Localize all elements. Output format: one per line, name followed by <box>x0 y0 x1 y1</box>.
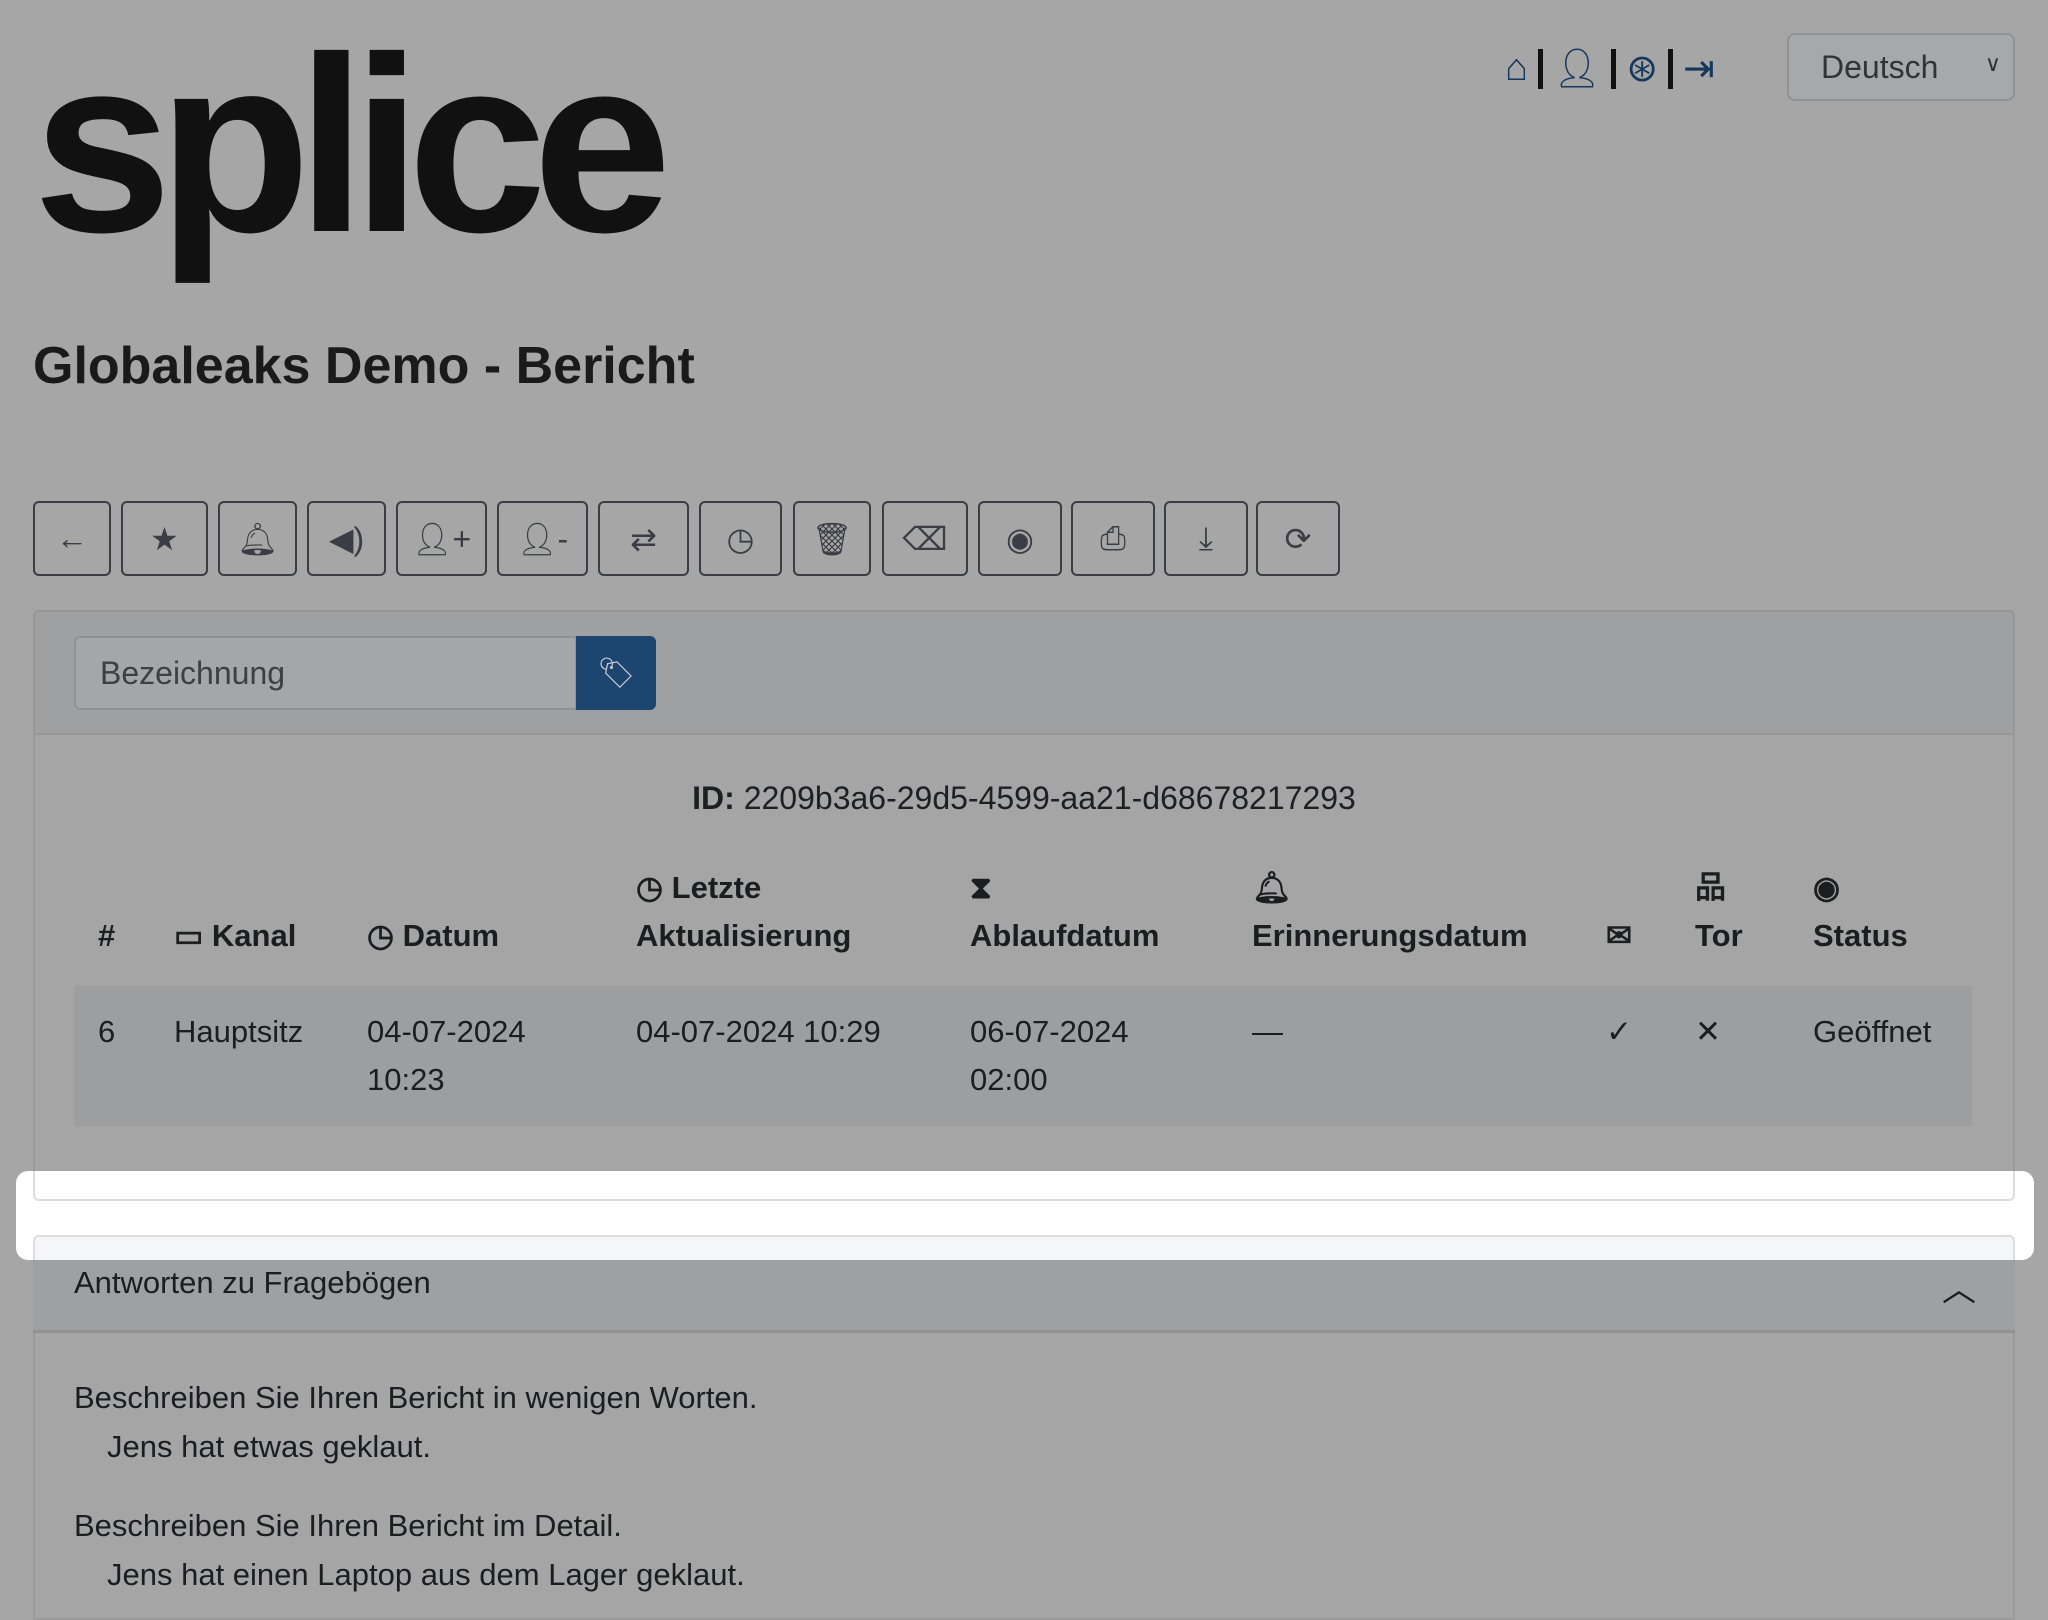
cell-status: Geöffnet <box>1813 1014 1932 1049</box>
refresh-icon: ⟳ <box>1284 520 1312 557</box>
add-label-button[interactable]: 🏷︎ <box>576 636 656 710</box>
tag-icon: 🏷︎ <box>596 656 636 690</box>
download-button[interactable]: ⤓ <box>1164 501 1248 576</box>
id-label: ID: <box>692 780 735 816</box>
user-plus-icon: 👤︎+ <box>411 520 472 557</box>
cell-expiry: 06-07-2024 02:00 <box>970 1014 1129 1097</box>
user-icon[interactable]: 👤︎ <box>1553 47 1601 91</box>
bullhorn-icon: ◀) <box>328 520 365 557</box>
col-expiry: ⧗ Ablaufdatum <box>970 870 1160 953</box>
clock-icon: ◷ <box>636 870 672 905</box>
download-icon: ⤓ <box>1198 519 1214 556</box>
network-icon: 品 <box>1695 870 1726 905</box>
clock-icon: ◷ <box>726 520 755 557</box>
refresh-button[interactable]: ⟳ <box>1256 501 1340 576</box>
life-ring-icon[interactable]: ⊛ <box>1626 46 1658 91</box>
splice-logo: splice <box>33 5 672 284</box>
answer: Jens hat etwas geklaut. <box>107 1429 431 1464</box>
col-date: ◷ Datum <box>367 918 500 953</box>
bell-icon: 🔔︎ <box>237 520 278 557</box>
divider <box>1611 48 1617 89</box>
cell-last-update: 04-07-2024 10:29 <box>636 1014 881 1049</box>
check-icon: ✓ <box>1606 1014 1632 1049</box>
circle-dot-icon: ◉ <box>1813 870 1841 905</box>
divider <box>1668 48 1674 89</box>
status-button[interactable]: ◉ <box>978 501 1062 576</box>
col-channel: ▭ Kanal <box>174 918 297 953</box>
people-arrows-icon: ⇄ <box>630 520 657 557</box>
user-minus-icon: 👤︎- <box>516 520 569 557</box>
back-icon: ← <box>56 520 88 556</box>
col-tor: 品 Tor <box>1695 870 1743 953</box>
notify-button[interactable]: ◀) <box>307 501 386 576</box>
col-last-update: ◷ Letzte Aktualisierung <box>636 870 852 953</box>
language-value: Deutsch <box>1821 48 1939 85</box>
col-notification: ✉ <box>1606 912 1632 960</box>
inbox-icon: ▭ <box>174 918 212 953</box>
cell-num: 6 <box>98 1014 116 1049</box>
col-status: ◉ Status <box>1813 870 1908 953</box>
revoke-access-button[interactable]: 👤︎- <box>497 501 588 576</box>
star-button[interactable]: ★ <box>121 501 208 576</box>
postpone-button[interactable]: ◷ <box>699 501 782 576</box>
label-input[interactable]: Bezeichnung <box>74 636 577 710</box>
chevron-up-icon[interactable]: ︿ <box>1942 1262 1976 1311</box>
chevron-down-icon: ∨ <box>1984 51 2001 76</box>
cell-date: 04-07-2024 10:23 <box>367 1014 526 1097</box>
transfer-button[interactable]: ⇄ <box>598 501 689 576</box>
divider <box>1537 48 1543 89</box>
cell-reminder: — <box>1252 1014 1283 1049</box>
print-icon: ⎙ <box>1100 519 1126 556</box>
report-card-bottom <box>33 1171 2015 1201</box>
question: Beschreiben Sie Ihren Bericht im Detail. <box>74 1508 622 1543</box>
answers-title: Antworten zu Fragebögen <box>74 1265 431 1300</box>
page-title: Globaleaks Demo - Bericht <box>33 337 695 395</box>
envelope-check-icon: ✉ <box>1606 918 1632 953</box>
clock-icon: ◷ <box>367 918 403 953</box>
cell-channel: Hauptsitz <box>174 1014 304 1049</box>
back-button[interactable]: ← <box>33 501 111 576</box>
report-id: ID: 2209b3a6-29d5-4599-aa21-d68678217293 <box>0 780 2048 817</box>
reminder-button[interactable]: 🔔︎ <box>218 501 297 576</box>
mask-button[interactable]: ⌫ <box>882 501 968 576</box>
sign-out-icon[interactable]: ⇥ <box>1683 46 1715 91</box>
bell-icon: 🔔︎ <box>1252 870 1292 905</box>
grant-access-button[interactable]: 👤︎+ <box>396 501 487 576</box>
col-reminder: 🔔︎ Erinnerungsdatum <box>1252 870 1528 953</box>
answers-card-top <box>33 1235 2015 1260</box>
col-num: # <box>98 918 116 953</box>
language-select[interactable]: Deutsch ∨ <box>1787 33 2015 101</box>
print-button[interactable]: ⎙ <box>1071 501 1155 576</box>
circle-dot-icon: ◉ <box>1006 520 1034 557</box>
star-icon: ★ <box>150 520 179 557</box>
home-icon[interactable]: ⌂ <box>1505 47 1528 90</box>
trash-icon: 🗑︎ <box>811 520 853 557</box>
top-nav: ⌂ 👤︎ ⊛ ⇥ <box>1505 46 1715 91</box>
question: Beschreiben Sie Ihren Bericht in wenigen… <box>74 1380 758 1415</box>
eraser-icon: ⌫ <box>902 520 948 557</box>
close-icon: ✕ <box>1695 1014 1721 1049</box>
hourglass-icon: ⧗ <box>970 870 992 905</box>
id-value: 2209b3a6-29d5-4599-aa21-d68678217293 <box>743 780 1356 816</box>
answer: Jens hat einen Laptop aus dem Lager gekl… <box>107 1557 745 1592</box>
delete-button[interactable]: 🗑︎ <box>793 501 871 576</box>
